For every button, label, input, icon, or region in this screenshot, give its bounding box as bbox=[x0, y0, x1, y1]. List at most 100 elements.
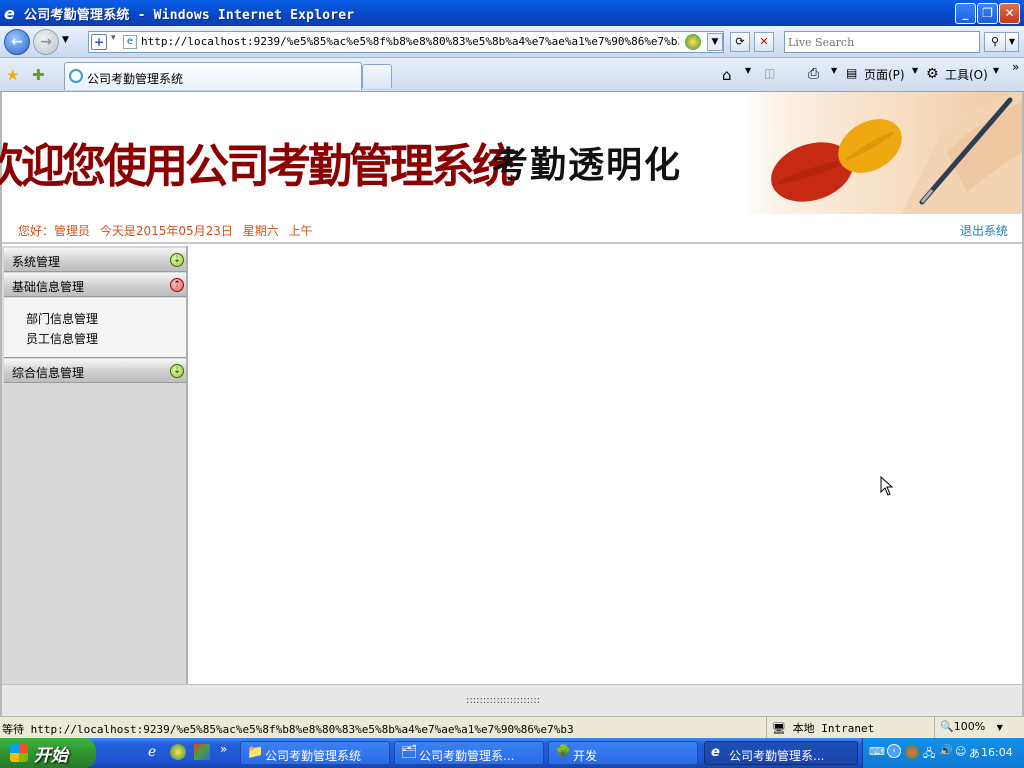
zoom-level: 100% bbox=[953, 720, 986, 733]
browser-content: 欢迎您使用公司考勤管理系统 考勤透明化 您好：管理员 今天是2015年05月23… bbox=[0, 92, 1024, 716]
intranet-icon: 🖥 bbox=[772, 722, 786, 735]
taskbar: 开始 ℯ » 📁 公司考勤管理系统 🗂 公司考勤管理系... 🌳 开发 e 公司… bbox=[0, 738, 1024, 768]
user-info: 您好：管理员 今天是2015年05月23日 星期六 上午 bbox=[18, 222, 313, 239]
volume-icon[interactable]: 🔊 bbox=[939, 744, 953, 757]
address-dropdown-icon[interactable]: ▼ bbox=[707, 33, 723, 51]
mouse-cursor-icon bbox=[880, 476, 894, 496]
favorites-star-icon[interactable]: ★ bbox=[6, 66, 19, 84]
tray-back-icon[interactable]: ‹ bbox=[887, 744, 901, 758]
sidebar-group-label: 综合信息管理 bbox=[12, 366, 85, 380]
feeds-icon[interactable]: ◫ bbox=[764, 66, 775, 80]
system-tray: ⌨ ‹ 🖧 🔊 ☺ あ 16:04 bbox=[862, 738, 1024, 768]
user-info-bar: 您好：管理员 今天是2015年05月23日 星期六 上午 退出系统 bbox=[2, 214, 1022, 244]
home-dropdown-icon[interactable]: ▼ bbox=[745, 66, 751, 75]
bottom-splitter[interactable]: :::::::::::::::::::::: bbox=[2, 684, 1022, 716]
weekday: 星期六 bbox=[242, 224, 279, 238]
taskbar-button-dev[interactable]: 🌳 开发 bbox=[548, 741, 698, 765]
add-favorite-icon[interactable]: ✚ bbox=[32, 66, 45, 84]
zoom-icon: 🔍 bbox=[940, 720, 954, 733]
close-button[interactable]: ✕ bbox=[999, 3, 1020, 24]
tools-gear-icon: ⚙ bbox=[926, 66, 939, 82]
im-icon[interactable]: ☺ bbox=[955, 745, 966, 758]
taskbar-button-folder[interactable]: 📁 公司考勤管理系统 bbox=[240, 741, 390, 765]
tab-loading-icon bbox=[69, 69, 83, 83]
address-toolbar: ← → ▼ + ▾ e http://localhost:9239/%e5%85… bbox=[0, 26, 1024, 58]
sidebar-group-system[interactable]: 系统管理 ⇣ bbox=[4, 248, 186, 272]
banner: 欢迎您使用公司考勤管理系统 考勤透明化 bbox=[0, 92, 1022, 214]
tray-app-icon[interactable] bbox=[905, 745, 919, 759]
maximize-button[interactable]: ❐ bbox=[977, 3, 998, 24]
quicklaunch-media-icon[interactable] bbox=[194, 744, 210, 760]
search-options-icon[interactable]: ▼ bbox=[1005, 32, 1019, 52]
tab-active[interactable]: 公司考勤管理系统 bbox=[64, 62, 362, 90]
logout-link[interactable]: 退出系统 bbox=[960, 222, 1008, 239]
zoom-dropdown-icon: ▼ bbox=[996, 723, 1003, 732]
status-text: 等待 http://localhost:9239/%e5%85%ac%e5%8f… bbox=[2, 723, 574, 736]
quicklaunch-overflow-icon[interactable]: » bbox=[220, 742, 227, 756]
keyboard-icon[interactable]: ⌨ bbox=[869, 745, 885, 758]
forward-button[interactable]: → bbox=[33, 29, 59, 55]
app-icon: 🗂 bbox=[401, 745, 418, 760]
current-date: 今天是2015年05月23日 bbox=[99, 224, 233, 238]
print-icon[interactable]: ⎙ bbox=[808, 66, 819, 82]
main-frame[interactable] bbox=[190, 246, 1022, 684]
back-button[interactable]: ← bbox=[4, 29, 30, 55]
tools-menu-button[interactable]: 工具(O) bbox=[945, 66, 988, 83]
page-menu-button[interactable]: 页面(P) bbox=[864, 66, 905, 83]
leaves-pen-illustration bbox=[771, 92, 1022, 214]
collapse-icon: ⇡ bbox=[170, 278, 184, 292]
stop-button[interactable]: ✕ bbox=[754, 32, 774, 52]
page-dropdown-icon[interactable]: ▼ bbox=[912, 66, 918, 75]
print-dropdown-icon[interactable]: ▼ bbox=[831, 66, 837, 75]
url-text: http://localhost:9239/%e5%85%ac%e5%8f%b8… bbox=[141, 35, 679, 48]
search-icon[interactable]: ⚲ bbox=[984, 32, 1006, 52]
window-title: 公司考勤管理系统 - Windows Internet Explorer bbox=[24, 8, 355, 23]
banner-illustration bbox=[742, 92, 1022, 214]
expand-icon: ⇣ bbox=[170, 253, 184, 267]
home-icon[interactable]: ⌂ bbox=[722, 66, 732, 84]
zoom-control[interactable]: 🔍100% ▼ bbox=[940, 720, 1003, 733]
clock: 16:04 bbox=[981, 746, 1013, 759]
banner-slogan: 考勤透明化 bbox=[492, 145, 683, 186]
minimize-button[interactable]: _ bbox=[955, 3, 976, 24]
compatibility-icon[interactable] bbox=[685, 34, 701, 50]
taskbar-button-app[interactable]: 🗂 公司考勤管理系... bbox=[394, 741, 544, 765]
ie-logo-icon: e bbox=[4, 4, 15, 23]
lang-icon[interactable]: あ bbox=[969, 745, 980, 761]
quicklaunch-ie-icon[interactable]: ℯ bbox=[148, 744, 156, 760]
taskbar-button-label: 开发 bbox=[573, 749, 598, 763]
refresh-button[interactable]: ⟳ bbox=[730, 32, 750, 52]
search-box[interactable] bbox=[784, 31, 980, 53]
sidebar-menu: 系统管理 ⇣ 基础信息管理 ⇡ 部门信息管理 员工信息管理 综合信息管理 ⇣ bbox=[2, 246, 188, 684]
splitter-handle[interactable]: :::::::::::::::::::::: bbox=[466, 695, 540, 706]
toolbar-overflow-icon[interactable]: » bbox=[1012, 60, 1019, 74]
status-divider bbox=[766, 717, 767, 738]
history-dropdown-icon[interactable]: ▼ bbox=[62, 35, 69, 45]
new-tab-button[interactable] bbox=[362, 64, 392, 88]
time-period: 上午 bbox=[288, 224, 313, 238]
tab-label: 公司考勤管理系统 bbox=[87, 72, 184, 86]
search-input[interactable] bbox=[788, 33, 978, 51]
greeting: 您好：管理员 bbox=[18, 224, 91, 238]
taskbar-button-label: 公司考勤管理系... bbox=[419, 749, 515, 763]
network-icon[interactable]: 🖧 bbox=[923, 745, 935, 764]
start-button[interactable]: 开始 bbox=[0, 738, 96, 768]
sidebar-group-basic-info[interactable]: 基础信息管理 ⇡ bbox=[4, 273, 186, 297]
sidebar-group-label: 系统管理 bbox=[12, 255, 61, 269]
dropdown-arrow-icon[interactable]: ▾ bbox=[111, 33, 116, 43]
address-bar[interactable]: + ▾ e http://localhost:9239/%e5%85%ac%e5… bbox=[88, 31, 724, 53]
start-label: 开始 bbox=[34, 746, 68, 766]
sidebar-item-department[interactable]: 部门信息管理 bbox=[26, 310, 98, 327]
window-titlebar[interactable]: e 公司考勤管理系统 - Windows Internet Explorer _… bbox=[0, 0, 1024, 26]
tools-dropdown-icon[interactable]: ▼ bbox=[993, 66, 999, 75]
tab-toolbar: ★ ✚ 公司考勤管理系统 ⌂ ▼ ◫ ⎙ ▼ ▤ 页面(P) ▼ ⚙ 工具(O)… bbox=[0, 58, 1024, 92]
sidebar-item-employee[interactable]: 员工信息管理 bbox=[26, 330, 98, 347]
zone-label: 本地 Intranet bbox=[792, 722, 875, 735]
taskbar-button-ie[interactable]: e 公司考勤管理系... bbox=[704, 741, 858, 765]
quicklaunch-app-icon[interactable] bbox=[170, 744, 186, 760]
taskbar-button-label: 公司考勤管理系统 bbox=[265, 749, 362, 763]
new-tab-icon[interactable]: + bbox=[91, 34, 107, 50]
sidebar-group-comprehensive[interactable]: 综合信息管理 ⇣ bbox=[4, 359, 186, 383]
security-zone[interactable]: 🖥 本地 Intranet bbox=[772, 720, 874, 736]
taskbar-button-label: 公司考勤管理系... bbox=[729, 749, 825, 763]
